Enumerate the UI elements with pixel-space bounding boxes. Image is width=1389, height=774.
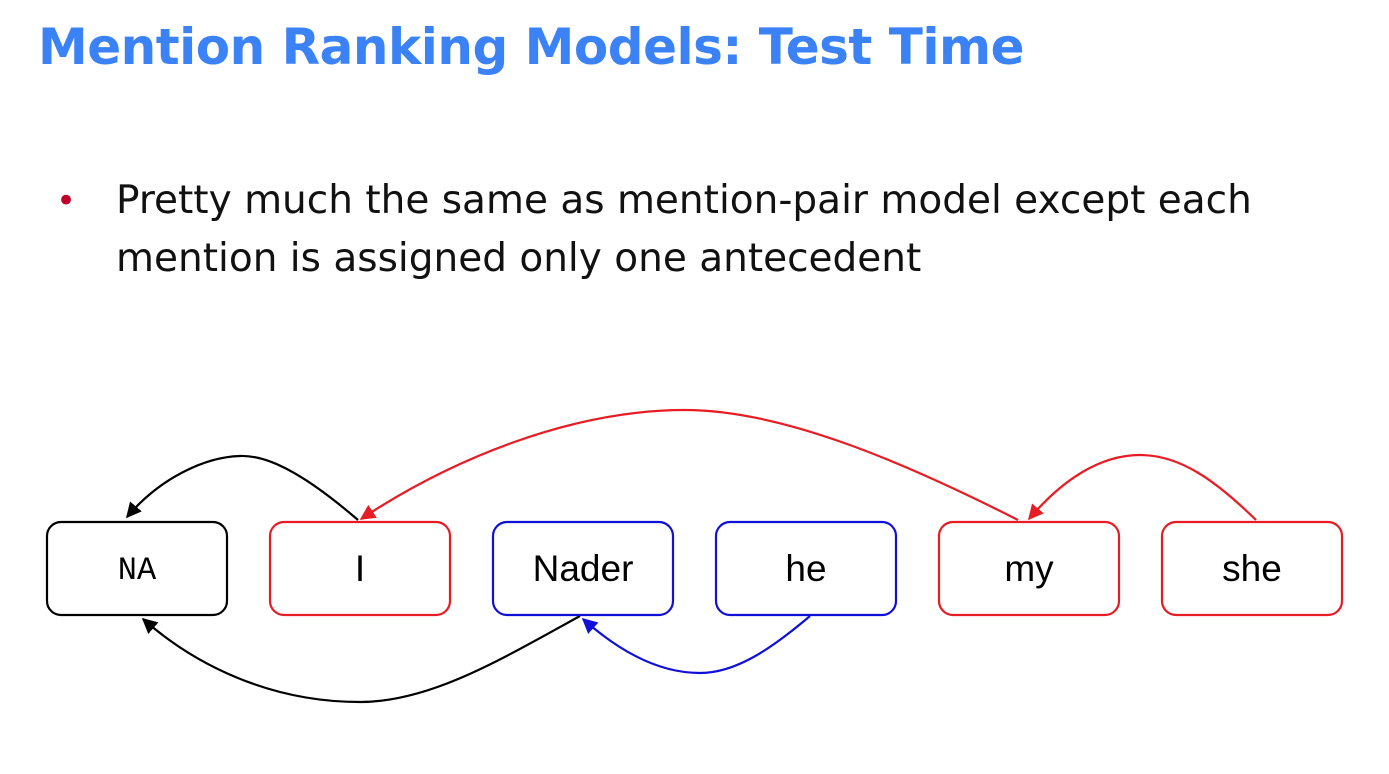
coreference-diagram: NA I Nader he my she	[45, 408, 1344, 704]
mention-node-nader: Nader	[491, 520, 675, 617]
mention-label-na: NA	[118, 552, 157, 589]
mention-node-i: I	[268, 520, 452, 617]
edge-nader-to-na	[141, 615, 581, 704]
mention-node-she: she	[1160, 520, 1344, 617]
edge-i-to-na	[126, 454, 359, 521]
mention-label-i: I	[355, 548, 365, 589]
edge-my-to-i	[359, 408, 1019, 521]
mention-node-my: my	[937, 520, 1121, 617]
edge-he-to-nader	[581, 615, 811, 675]
mention-label-she: she	[1222, 548, 1282, 589]
edge-she-to-my	[1028, 453, 1257, 521]
mention-label-he: he	[785, 548, 826, 589]
mention-label-nader: Nader	[533, 548, 634, 589]
mention-node-he: he	[714, 520, 898, 617]
mention-label-my: my	[1004, 548, 1054, 589]
mention-node-na: NA	[45, 520, 229, 617]
